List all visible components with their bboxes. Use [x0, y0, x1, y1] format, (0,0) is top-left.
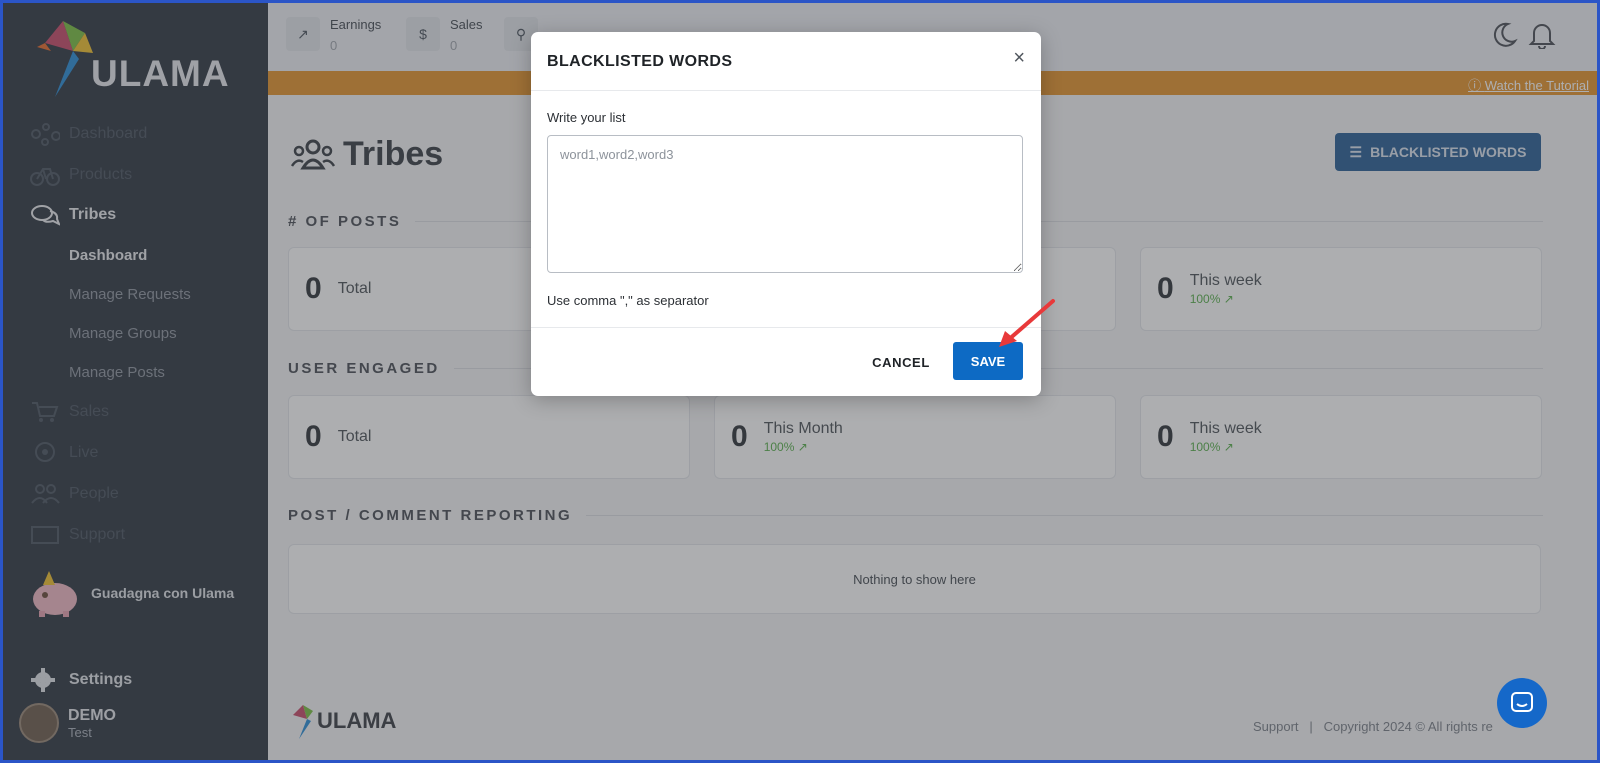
- cancel-button[interactable]: CANCEL: [857, 344, 945, 380]
- annotation-arrow-icon: [999, 299, 1055, 347]
- chat-icon: [1511, 692, 1533, 712]
- chat-launcher[interactable]: [1497, 678, 1547, 728]
- list-field-label: Write your list: [547, 110, 626, 125]
- blacklisted-words-modal: BLACKLISTED WORDS × Write your list Use …: [531, 32, 1041, 396]
- separator-help-text: Use comma "," as separator: [547, 293, 709, 308]
- modal-header: BLACKLISTED WORDS ×: [531, 32, 1041, 91]
- modal-footer-divider: [531, 327, 1041, 328]
- close-icon[interactable]: ×: [1013, 48, 1025, 68]
- app-window: ULAMA Dashboard Products Tribes Dashboar…: [3, 3, 1597, 760]
- blacklist-textarea[interactable]: [547, 135, 1023, 273]
- modal-title: BLACKLISTED WORDS: [547, 53, 733, 70]
